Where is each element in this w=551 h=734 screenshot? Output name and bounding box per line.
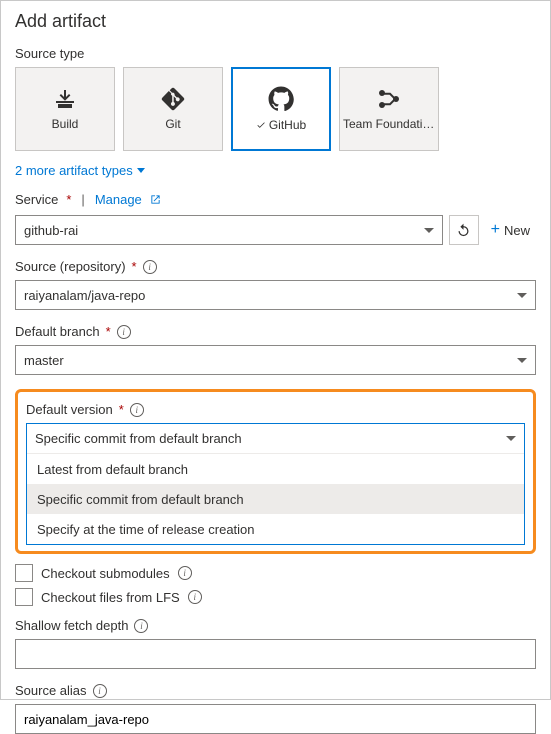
required-marker: * — [66, 192, 71, 207]
fetch-depth-label: Shallow fetch depth — [15, 618, 128, 633]
source-type-label: Source type — [15, 46, 536, 61]
chevron-down-icon — [424, 228, 434, 233]
service-label-row: Service * | Manage — [15, 192, 536, 207]
info-icon[interactable]: i — [143, 260, 157, 274]
branch-select[interactable]: master — [15, 345, 536, 375]
tile-tfvc-label: Team Foundation... — [343, 117, 435, 131]
refresh-icon — [456, 223, 471, 238]
version-option[interactable]: Specify at the time of release creation — [27, 514, 524, 544]
service-label: Service — [15, 192, 58, 207]
tile-github[interactable]: GitHub — [231, 67, 331, 151]
checkout-lfs-checkbox[interactable] — [15, 588, 33, 606]
info-icon[interactable]: i — [188, 590, 202, 604]
chevron-down-icon — [506, 436, 516, 441]
plus-icon: + — [491, 221, 500, 239]
default-version-highlight: Default version * i Specific commit from… — [15, 389, 536, 554]
page-title: Add artifact — [15, 11, 536, 32]
tile-tfvc[interactable]: Team Foundation... — [339, 67, 439, 151]
version-label: Default version — [26, 402, 113, 417]
version-select[interactable]: Specific commit from default branch Late… — [26, 423, 525, 545]
info-icon[interactable]: i — [178, 566, 192, 580]
external-link-icon — [150, 194, 161, 205]
version-option[interactable]: Latest from default branch — [27, 454, 524, 484]
tile-git[interactable]: Git — [123, 67, 223, 151]
tile-git-label: Git — [165, 117, 180, 131]
new-service-button[interactable]: + New — [485, 215, 536, 245]
source-alias-input[interactable] — [15, 704, 536, 734]
repo-label: Source (repository) — [15, 259, 126, 274]
check-icon — [256, 120, 266, 130]
build-icon — [53, 87, 77, 111]
checkout-lfs-label: Checkout files from LFS — [41, 590, 180, 605]
tile-build[interactable]: Build — [15, 67, 115, 151]
branch-label: Default branch — [15, 324, 100, 339]
tile-build-label: Build — [52, 117, 79, 131]
required-marker: * — [106, 324, 111, 339]
repo-select[interactable]: raiyanalam/java-repo — [15, 280, 536, 310]
version-select-header[interactable]: Specific commit from default branch — [27, 424, 524, 454]
service-select[interactable]: github-rai — [15, 215, 443, 245]
tfvc-icon — [377, 87, 401, 111]
chevron-down-icon — [517, 293, 527, 298]
chevron-down-icon — [517, 358, 527, 363]
more-artifact-types-link[interactable]: 2 more artifact types — [15, 163, 536, 178]
info-icon[interactable]: i — [117, 325, 131, 339]
git-icon — [161, 87, 185, 111]
chevron-down-icon — [137, 168, 145, 173]
tile-github-label: GitHub — [269, 118, 306, 132]
manage-link[interactable]: Manage — [95, 192, 142, 207]
version-option[interactable]: Specific commit from default branch — [27, 484, 524, 514]
refresh-button[interactable] — [449, 215, 479, 245]
required-marker: * — [132, 259, 137, 274]
source-alias-label: Source alias — [15, 683, 87, 698]
github-icon — [268, 86, 294, 112]
checkout-submodules-label: Checkout submodules — [41, 566, 170, 581]
required-marker: * — [119, 402, 124, 417]
fetch-depth-input[interactable] — [15, 639, 536, 669]
info-icon[interactable]: i — [93, 684, 107, 698]
info-icon[interactable]: i — [134, 619, 148, 633]
source-type-tiles: Build Git GitHub Team Foundation... — [15, 67, 536, 151]
info-icon[interactable]: i — [130, 403, 144, 417]
checkout-submodules-checkbox[interactable] — [15, 564, 33, 582]
